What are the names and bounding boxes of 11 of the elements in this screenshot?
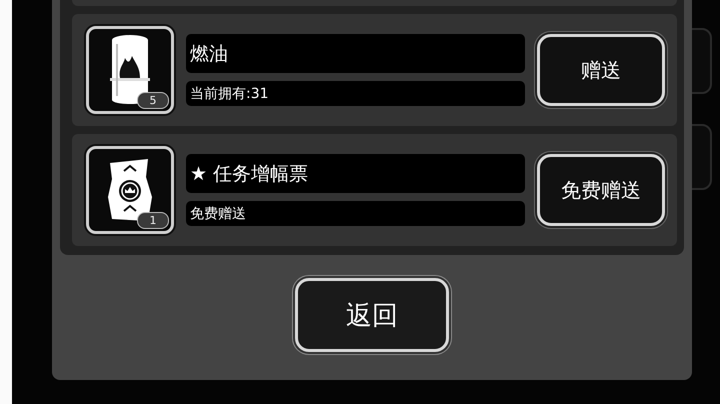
return-button[interactable]: 返回	[295, 278, 449, 352]
ticket-icon	[106, 157, 154, 223]
gift-button[interactable]: 免费赠送	[537, 154, 665, 226]
item-detail: 免费赠送	[186, 201, 525, 226]
item-name: 燃油	[186, 34, 525, 73]
count-badge: 5	[137, 92, 169, 109]
fuel-barrel-icon	[108, 34, 152, 106]
gift-button[interactable]: 赠送	[537, 34, 665, 106]
item-detail: 当前拥有:31	[186, 81, 525, 106]
count-badge: 1	[137, 212, 169, 229]
item-name: ★ 任务增幅票	[186, 154, 525, 193]
